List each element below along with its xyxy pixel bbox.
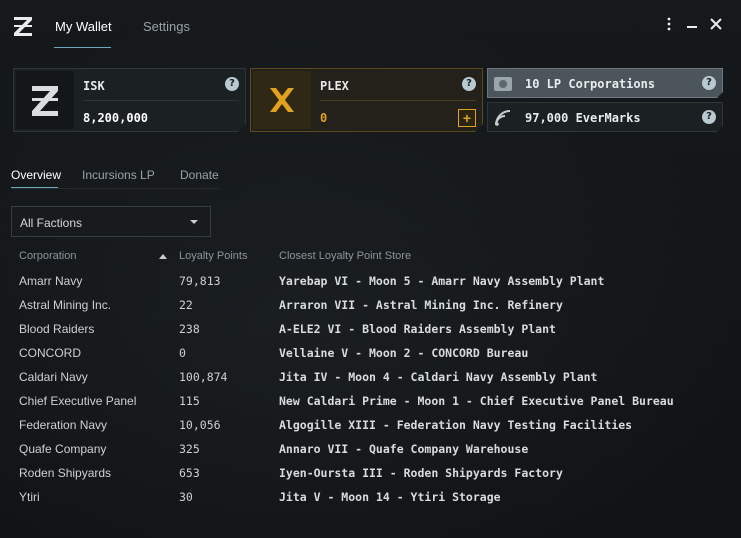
corporation-cell: Quafe Company (19, 442, 107, 456)
buy-plex-plus-button[interactable]: + (458, 109, 476, 127)
store-cell: Algogille XIII - Federation Navy Testing… (279, 418, 633, 432)
sort-ascending-icon (159, 254, 167, 259)
plex-balance: 0 (320, 111, 328, 125)
title-bar: My Wallet Settings (0, 0, 741, 52)
store-cell: A-ELE2 VI - Blood Raiders Assembly Plant (279, 322, 556, 336)
table-row[interactable]: Astral Mining Inc. 22 Arraron VII - Astr… (11, 294, 711, 318)
loyalty-points-cell: 100,874 (179, 370, 228, 384)
corporation-cell: Roden Shipyards (19, 466, 112, 480)
plex-help-icon[interactable]: ? (462, 77, 476, 91)
isk-wallet-card: ISK 8,200,000 ? (13, 68, 246, 132)
corporation-cell: Ytiri (19, 490, 40, 504)
corporation-cell: Blood Raiders (19, 322, 95, 336)
column-header-loyalty-points[interactable]: Loyalty Points (179, 250, 247, 262)
table-row[interactable]: Quafe Company 325 Annaro VII - Quafe Com… (11, 438, 711, 462)
tab-incursions-lp[interactable]: Incursions LP (82, 168, 155, 182)
evermarks-button[interactable]: 97,000 EverMarks ? (487, 102, 723, 132)
table-row[interactable]: Federation Navy 10,056 Algogille XIII - … (11, 414, 711, 438)
loyalty-points-cell: 22 (179, 298, 193, 312)
wallet-logo-icon (14, 17, 32, 36)
corporation-cell: CONCORD (19, 346, 81, 360)
lp-icon (491, 72, 515, 96)
loyalty-points-cell: 30 (179, 490, 193, 504)
plex-icon (253, 71, 311, 129)
active-subtab-indicator (11, 187, 58, 188)
active-tab-indicator (54, 47, 111, 48)
store-cell: Vellaine V - Moon 2 - CONCORD Bureau (279, 346, 529, 360)
table-row[interactable]: CONCORD 0 Vellaine V - Moon 2 - CONCORD … (11, 342, 711, 366)
store-cell: New Caldari Prime - Moon 1 - Chief Execu… (279, 394, 674, 408)
column-header-corporation[interactable]: Corporation (19, 250, 76, 262)
loyalty-points-cell: 79,813 (179, 274, 221, 288)
store-cell: Iyen-Oursta III - Roden Shipyards Factor… (279, 466, 563, 480)
loyalty-points-cell: 0 (179, 346, 186, 360)
evermarks-icon (491, 106, 515, 130)
subtab-baseline (11, 188, 219, 189)
evermarks-help-icon[interactable]: ? (702, 110, 716, 124)
faction-filter-dropdown[interactable]: All Factions (11, 206, 211, 237)
corporation-cell: Caldari Navy (19, 370, 88, 384)
lp-help-icon[interactable]: ? (702, 76, 716, 90)
store-cell: Annaro VII - Quafe Company Warehouse (279, 442, 529, 456)
column-header-store[interactable]: Closest Loyalty Point Store (279, 250, 411, 262)
isk-divider (83, 100, 239, 101)
isk-icon (16, 71, 74, 129)
loyalty-points-cell: 10,056 (179, 418, 221, 432)
minimize-icon[interactable] (684, 17, 700, 35)
close-icon[interactable] (708, 17, 724, 35)
tab-my-wallet[interactable]: My Wallet (55, 19, 112, 34)
caret-down-icon (190, 220, 198, 224)
table-row[interactable]: Roden Shipyards 653 Iyen-Oursta III - Ro… (11, 462, 711, 486)
evermarks-label: 97,000 EverMarks (525, 111, 641, 125)
menu-dots-icon[interactable] (661, 17, 677, 35)
isk-balance: 8,200,000 (83, 111, 149, 125)
store-cell: Arraron VII - Astral Mining Inc. Refiner… (279, 298, 563, 312)
tab-overview[interactable]: Overview (11, 168, 61, 182)
corporation-cell: Amarr Navy (19, 274, 83, 288)
lp-corporations-button[interactable]: 10 LP Corporations ? (487, 68, 723, 98)
table-row[interactable]: Caldari Navy 100,874 Jita IV - Moon 4 - … (11, 366, 711, 390)
isk-label: ISK (83, 79, 105, 93)
table-row[interactable]: Chief Executive Panel 115 New Caldari Pr… (11, 390, 711, 414)
table-row[interactable]: Ytiri 30 Jita V - Moon 14 - Ytiri Storag… (11, 486, 711, 510)
loyalty-points-cell: 238 (179, 322, 200, 336)
tab-settings[interactable]: Settings (143, 19, 190, 34)
plex-wallet-card: PLEX 0 ? + (250, 68, 483, 132)
loyalty-points-cell: 653 (179, 466, 200, 480)
corporation-cell: Astral Mining Inc. (19, 298, 112, 312)
store-cell: Jita IV - Moon 4 - Caldari Navy Assembly… (279, 370, 598, 384)
corporation-cell: Federation Navy (19, 418, 108, 432)
table-row[interactable]: Amarr Navy 79,813 Yarebap VI - Moon 5 - … (11, 270, 711, 294)
corporation-cell: Chief Executive Panel (19, 394, 137, 408)
table-row[interactable]: Blood Raiders 238 A-ELE2 VI - Blood Raid… (11, 318, 711, 342)
loyalty-points-cell: 115 (179, 394, 200, 408)
faction-filter-value: All Factions (20, 216, 83, 230)
plex-label: PLEX (320, 79, 349, 93)
store-cell: Jita V - Moon 14 - Ytiri Storage (279, 490, 501, 504)
plex-divider (320, 100, 476, 101)
store-cell: Yarebap VI - Moon 5 - Amarr Navy Assembl… (279, 274, 605, 288)
loyalty-points-cell: 325 (179, 442, 200, 456)
isk-help-icon[interactable]: ? (225, 77, 239, 91)
tab-donate[interactable]: Donate (180, 168, 219, 182)
lp-corporations-label: 10 LP Corporations (525, 77, 656, 91)
